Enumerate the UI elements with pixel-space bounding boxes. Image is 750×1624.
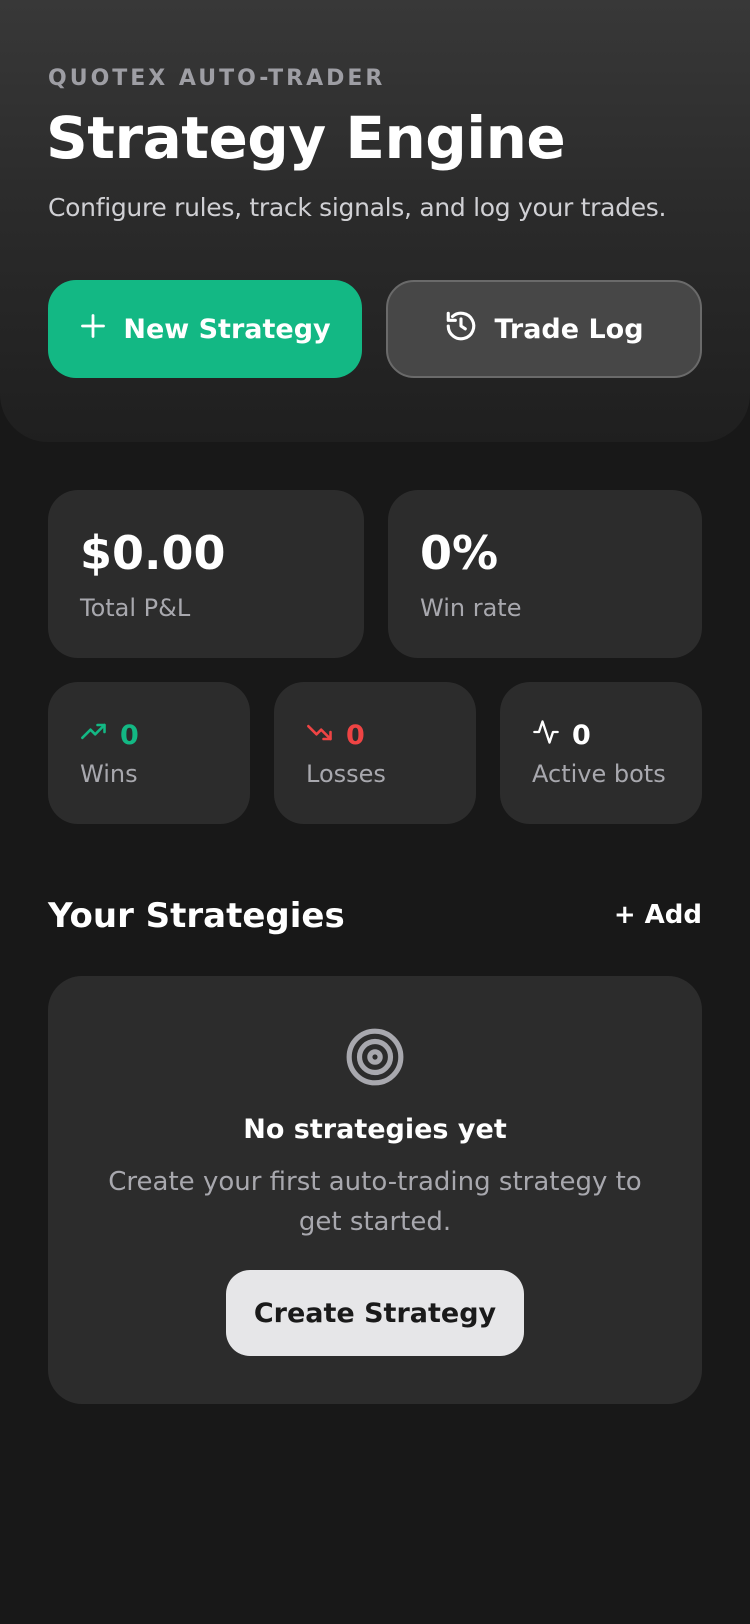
history-icon: [444, 309, 478, 350]
active-bots-value: 0: [572, 720, 591, 751]
create-strategy-button[interactable]: Create Strategy: [226, 1270, 524, 1356]
hero-header: QUOTEX AUTO-TRADER Strategy Engine Confi…: [0, 0, 750, 442]
active-bots-card: 0 Active bots: [500, 682, 702, 824]
new-strategy-label: New Strategy: [123, 313, 331, 345]
empty-strategies-card: No strategies yet Create your first auto…: [48, 976, 702, 1404]
page-subtitle: Configure rules, track signals, and log …: [48, 193, 667, 222]
trade-log-label: Trade Log: [494, 313, 644, 345]
active-bots-label: Active bots: [532, 760, 666, 788]
wins-value: 0: [120, 720, 139, 751]
win-rate-label: Win rate: [420, 594, 522, 622]
wins-card: 0 Wins: [48, 682, 250, 824]
losses-label: Losses: [306, 760, 386, 788]
win-rate-card: 0% Win rate: [388, 490, 702, 658]
trending-up-icon: [80, 718, 108, 753]
trending-down-icon: [306, 718, 334, 753]
total-pnl-card: $0.00 Total P&L: [48, 490, 364, 658]
empty-state-description: Create your first auto-trading strategy …: [108, 1167, 642, 1237]
empty-state-title: No strategies yet: [243, 1114, 507, 1145]
new-strategy-button[interactable]: New Strategy: [48, 280, 362, 378]
activity-icon: [532, 718, 560, 753]
losses-value: 0: [346, 720, 365, 751]
wins-label: Wins: [80, 760, 138, 788]
total-pnl-label: Total P&L: [80, 594, 191, 622]
trade-log-button[interactable]: Trade Log: [386, 280, 702, 378]
target-icon: [344, 1026, 406, 1092]
win-rate-value: 0%: [420, 526, 499, 580]
add-strategy-link[interactable]: + Add: [614, 900, 702, 930]
strategies-section-title: Your Strategies: [48, 896, 345, 936]
app-eyebrow: QUOTEX AUTO-TRADER: [48, 66, 386, 91]
page-title: Strategy Engine: [46, 104, 566, 172]
plus-icon: [79, 312, 107, 347]
losses-card: 0 Losses: [274, 682, 476, 824]
total-pnl-value: $0.00: [80, 526, 226, 580]
